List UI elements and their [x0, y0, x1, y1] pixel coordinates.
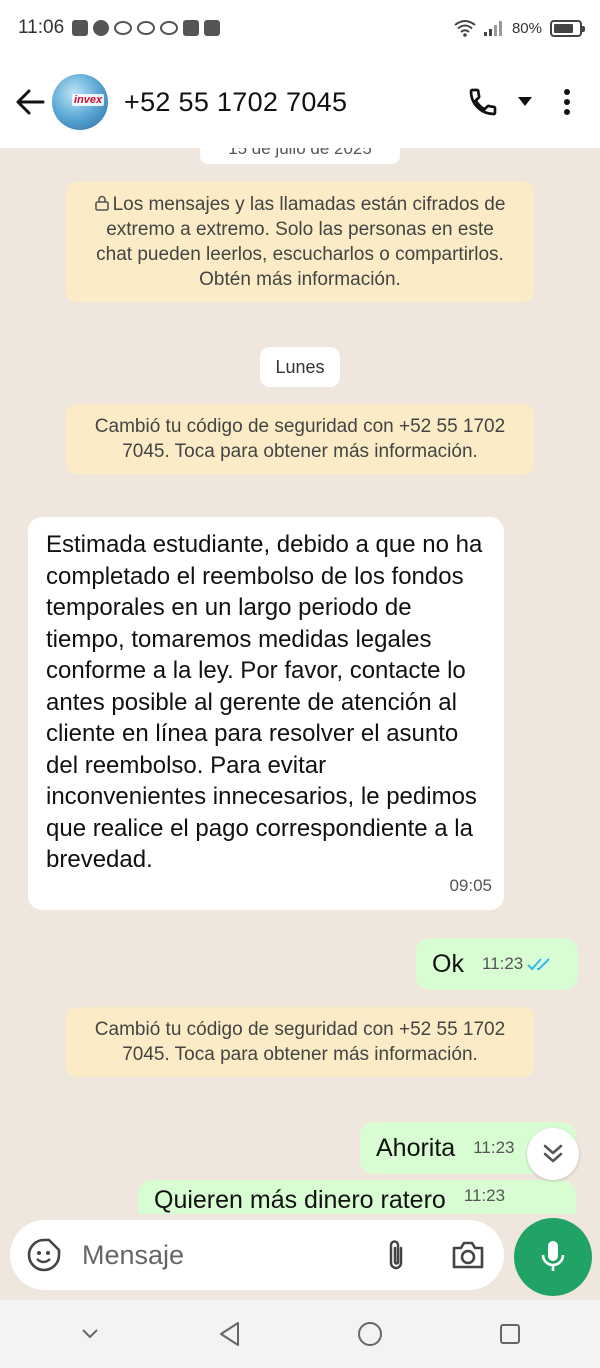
battery-icon	[550, 19, 585, 37]
message-placeholder: Mensaje	[82, 1239, 185, 1270]
encryption-notice-text: Los mensajes y las llamadas están cifrad…	[96, 194, 506, 290]
double-chevron-down-icon	[543, 1144, 563, 1163]
kebab-menu-icon	[564, 89, 570, 115]
chat-header: invex +52 55 1702 7045	[0, 56, 600, 148]
facebook-icon	[72, 20, 89, 36]
notification-bubble-icon	[137, 21, 156, 35]
hide-keyboard-button[interactable]	[65, 1309, 115, 1359]
back-button[interactable]	[14, 86, 46, 118]
lock-icon	[94, 195, 109, 211]
youtube-icon	[204, 20, 221, 36]
incoming-message[interactable]: Estimada estudiante, debido a que no ha …	[28, 517, 504, 910]
triangle-back-icon	[220, 1322, 239, 1346]
read-receipt-icon	[527, 957, 555, 971]
signal-icon	[483, 21, 502, 36]
notification-bubble-icon	[160, 21, 179, 35]
avatar-brand-text: invex	[72, 94, 105, 106]
message-composer: Mensaje	[0, 1214, 600, 1300]
chat-area[interactable]: 15 de julio de 2025 Los mensajes y las l…	[0, 148, 600, 1214]
message-time: 11:23	[481, 954, 524, 973]
outgoing-message[interactable]: Ok 11:23	[416, 938, 578, 990]
message-input[interactable]: Mensaje	[10, 1220, 504, 1290]
paperclip-icon	[389, 1240, 403, 1270]
security-code-notice[interactable]: Cambió tu código de seguridad con +52 55…	[66, 404, 534, 474]
nav-back-button[interactable]	[205, 1309, 255, 1359]
phone-icon	[469, 88, 497, 116]
youtube-icon	[183, 20, 200, 36]
arrow-left-icon	[16, 89, 45, 115]
call-button[interactable]	[464, 82, 502, 122]
message-time: 11:23	[473, 1138, 515, 1157]
battery-percent: 80%	[511, 19, 542, 37]
camera-button[interactable]	[446, 1233, 490, 1277]
outgoing-message-text: Ahorita	[376, 1133, 456, 1162]
contact-name[interactable]: +52 55 1702 7045	[124, 87, 347, 118]
notification-icons	[72, 20, 221, 36]
messenger-icon	[93, 20, 110, 36]
voice-message-button[interactable]	[514, 1218, 592, 1296]
day-separator: Lunes	[260, 347, 340, 387]
incoming-message-text: Estimada estudiante, debido a que no ha …	[46, 531, 483, 873]
status-time: 11:06	[18, 17, 65, 38]
square-recents-icon	[500, 1324, 520, 1344]
call-options-dropdown[interactable]	[514, 82, 536, 122]
security-code-notice-text: Cambió tu código de seguridad con +52 55…	[94, 416, 506, 462]
encryption-notice[interactable]: Los mensajes y las llamadas están cifrad…	[66, 182, 534, 302]
date-separator: 15 de julio de 2025	[200, 148, 400, 164]
nav-home-button[interactable]	[345, 1309, 395, 1359]
message-time: 11:23	[463, 1186, 506, 1205]
security-code-notice-text: Cambió tu código de seguridad con +52 55…	[94, 1019, 506, 1065]
wifi-icon	[454, 20, 476, 37]
security-code-notice[interactable]: Cambió tu código de seguridad con +52 55…	[66, 1007, 534, 1077]
avatar[interactable]: invex	[52, 74, 108, 130]
attach-button[interactable]	[374, 1233, 418, 1277]
message-time: 09:05	[449, 876, 492, 895]
nav-recents-button[interactable]	[485, 1309, 535, 1359]
outgoing-message[interactable]: Quieren más dinero ratero 11:23	[138, 1180, 576, 1214]
camera-icon	[452, 1241, 484, 1269]
system-navigation-bar	[0, 1300, 600, 1368]
scroll-to-bottom-button[interactable]	[527, 1128, 579, 1180]
emoji-button[interactable]	[24, 1233, 64, 1277]
microphone-icon	[541, 1241, 565, 1271]
more-options-button[interactable]	[548, 82, 586, 122]
outgoing-message-text: Ok	[432, 949, 464, 978]
outgoing-message-text: Quieren más dinero ratero	[154, 1186, 446, 1214]
caret-down-icon	[518, 97, 532, 106]
status-bar: 11:06 80%	[0, 0, 600, 56]
sticker-icon	[27, 1238, 61, 1272]
chevron-down-icon	[82, 1329, 98, 1339]
notification-bubble-icon	[114, 21, 133, 35]
circle-home-icon	[358, 1322, 382, 1346]
